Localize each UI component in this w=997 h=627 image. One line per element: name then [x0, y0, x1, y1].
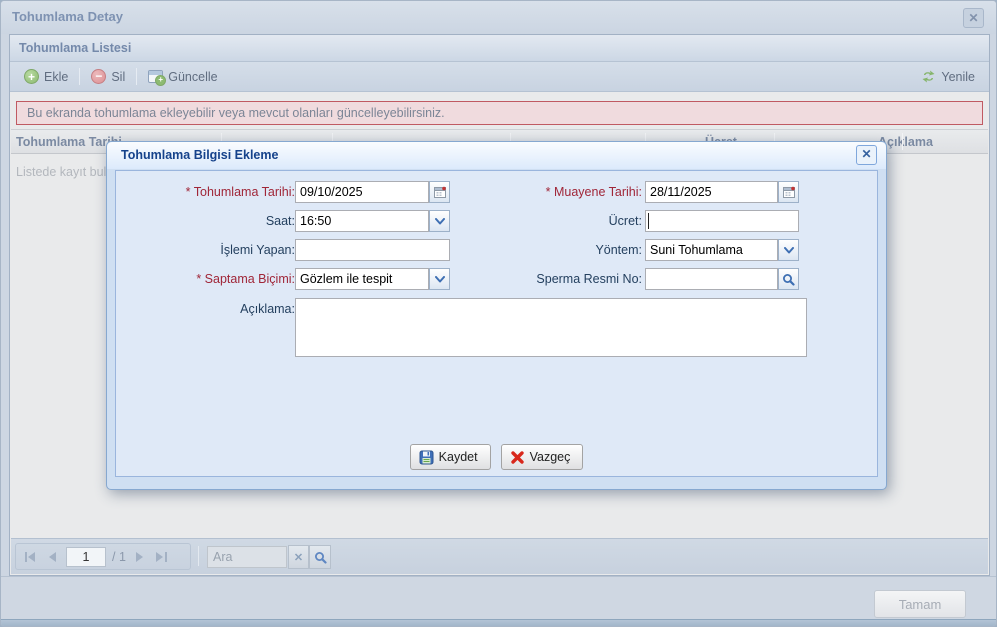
saat-combo-input[interactable]: [295, 210, 429, 232]
search-button[interactable]: [309, 545, 331, 569]
yontem-dropdown-button[interactable]: [778, 239, 799, 261]
calendar-icon: [782, 186, 795, 198]
saat-label: Saat:: [265, 214, 295, 228]
saptama-bicimi-label: * Saptama Biçimi:: [196, 272, 295, 286]
first-page-icon: [24, 551, 35, 562]
list-toolbar: + Ekle − Sil Güncelle Yenile: [10, 62, 989, 92]
chevron-down-icon: [783, 246, 794, 253]
dialog-button-row: Kaydet Vazgeç: [107, 444, 886, 470]
save-button-label: Kaydet: [438, 450, 478, 464]
saptama-bicimi-combo-input[interactable]: [295, 268, 429, 290]
muayene-tarihi-calendar-button[interactable]: [778, 181, 799, 203]
saptama-bicimi-dropdown-button[interactable]: [429, 268, 450, 290]
last-page-icon: [156, 551, 168, 562]
next-page-button[interactable]: [132, 550, 148, 564]
paging-separator: [198, 546, 199, 566]
dialog-header[interactable]: Tohumlama Bilgisi Ekleme ✕: [107, 142, 886, 169]
next-page-icon: [135, 551, 143, 562]
paging-toolbar: / 1 ✕: [11, 538, 988, 574]
ucret-input[interactable]: [645, 210, 799, 232]
window-close-icon[interactable]: ✕: [963, 8, 984, 28]
ok-button[interactable]: Tamam: [874, 590, 966, 618]
islemi-yapan-label: İşlemi Yapan:: [220, 243, 295, 257]
chevron-down-icon: [434, 275, 445, 282]
search-icon: [314, 551, 327, 564]
refresh-button[interactable]: Yenile: [913, 66, 983, 88]
update-icon: [148, 70, 167, 86]
page-count-label: / 1: [112, 549, 126, 564]
sperma-resmi-no-label: Sperma Resmi No:: [536, 272, 642, 286]
clear-search-button[interactable]: ✕: [288, 545, 309, 569]
refresh-button-label: Yenile: [941, 69, 975, 84]
sperma-resmi-no-input[interactable]: [645, 268, 778, 290]
tohumlama-bilgisi-ekleme-dialog: Tohumlama Bilgisi Ekleme ✕ * Tohumlama T…: [106, 141, 887, 490]
toolbar-separator: [79, 68, 81, 85]
cancel-button[interactable]: Vazgeç: [500, 444, 584, 470]
panel-header: Tohumlama Listesi: [10, 35, 989, 62]
aciklama-label: Açıklama:: [240, 302, 295, 316]
last-page-button[interactable]: [154, 550, 170, 564]
window-titlebar: Tohumlama Detay ✕: [1, 1, 996, 34]
ucret-label: Ücret:: [608, 214, 642, 228]
dialog-close-icon[interactable]: ✕: [856, 145, 877, 165]
add-button-label: Ekle: [44, 69, 69, 84]
delete-icon: −: [91, 69, 107, 84]
dialog-title: Tohumlama Bilgisi Ekleme: [121, 148, 279, 162]
cancel-button-label: Vazgeç: [529, 450, 571, 464]
muayene-tarihi-input[interactable]: [645, 181, 778, 203]
prev-page-icon: [49, 551, 56, 562]
yontem-combo-input[interactable]: [645, 239, 778, 261]
update-button-label: Güncelle: [168, 69, 218, 84]
cancel-x-icon: [510, 450, 524, 464]
muayene-tarihi-label: * Muayene Tarihi:: [545, 185, 642, 199]
info-banner: Bu ekranda tohumlama ekleyebilir veya me…: [16, 101, 983, 125]
saat-dropdown-button[interactable]: [429, 210, 450, 232]
window-title: Tohumlama Detay: [12, 9, 124, 24]
aciklama-textarea[interactable]: [295, 298, 807, 357]
page-number-input[interactable]: [66, 546, 106, 567]
column-separator: [902, 133, 903, 150]
tohumlama-tarihi-input[interactable]: [295, 181, 429, 203]
refresh-icon: [922, 70, 935, 83]
panel-title: Tohumlama Listesi: [19, 41, 132, 55]
text-cursor: [648, 213, 649, 229]
window-footer: Tamam: [1, 576, 996, 621]
paging-controls: / 1: [15, 543, 191, 570]
window-bottom-edge: [1, 619, 996, 626]
update-button[interactable]: Güncelle: [140, 66, 225, 88]
first-page-button[interactable]: [22, 550, 38, 564]
search-input[interactable]: [207, 546, 287, 568]
yontem-label: Yöntem:: [595, 243, 642, 257]
sperma-resmi-no-search-button[interactable]: [778, 268, 799, 290]
search-icon: [783, 273, 795, 286]
tohumlama-tarihi-calendar-button[interactable]: [429, 181, 450, 203]
save-button[interactable]: Kaydet: [409, 444, 491, 470]
tohumlama-tarihi-label: * Tohumlama Tarihi:: [185, 185, 295, 199]
calendar-icon: [433, 186, 446, 198]
delete-button-label: Sil: [111, 69, 126, 84]
islemi-yapan-input[interactable]: [295, 239, 450, 261]
window-tohumlama-detay: Tohumlama Detay ✕ Tohumlama Listesi + Ek…: [0, 0, 997, 627]
save-icon: [419, 450, 434, 464]
prev-page-button[interactable]: [44, 550, 60, 564]
add-button[interactable]: + Ekle: [16, 66, 76, 88]
delete-button[interactable]: − Sil: [83, 66, 133, 88]
toolbar-separator: [136, 68, 138, 85]
add-icon: +: [24, 69, 39, 84]
chevron-down-icon: [434, 217, 445, 224]
